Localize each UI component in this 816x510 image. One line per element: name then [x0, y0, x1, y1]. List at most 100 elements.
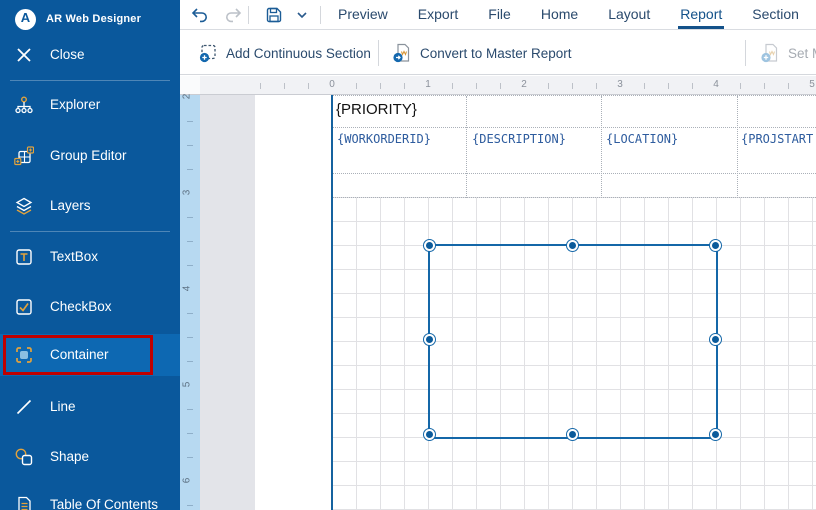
- ruler-tick: [596, 83, 597, 89]
- menu-tabs: Preview Export File Home Layout Report Section: [338, 0, 799, 30]
- resize-handle[interactable]: [426, 336, 433, 343]
- ruler-tick: [187, 145, 193, 146]
- tab-layout[interactable]: Layout: [608, 0, 650, 30]
- resize-handle[interactable]: [712, 336, 719, 343]
- sidebar: A AR Web Designer Close Explorer Group E…: [0, 0, 180, 510]
- master-report-icon: [392, 43, 412, 63]
- save-icon: [264, 5, 284, 25]
- ruler-tick: [187, 241, 193, 242]
- ruler-tick: [692, 83, 693, 89]
- resize-handle[interactable]: [712, 242, 719, 249]
- resize-handle[interactable]: [712, 431, 719, 438]
- field-projstart[interactable]: {PROJSTART: [741, 132, 816, 146]
- h-ruler-number: 5: [809, 79, 815, 90]
- resize-handle[interactable]: [569, 242, 576, 249]
- h-ruler-number: 0: [329, 79, 335, 90]
- shape-icon: [14, 447, 34, 467]
- report-toolbar: Add Continuous Section Convert to Master…: [180, 31, 816, 75]
- tab-home[interactable]: Home: [541, 0, 578, 30]
- resize-handle[interactable]: [569, 431, 576, 438]
- undo-button[interactable]: [190, 5, 210, 25]
- tab-export[interactable]: Export: [418, 0, 458, 30]
- sidebar-item-table-of-contents[interactable]: Table Of Contents: [0, 492, 180, 510]
- h-ruler-number: 1: [425, 79, 431, 90]
- selected-container-shape[interactable]: [428, 244, 718, 439]
- redo-button: [223, 5, 243, 25]
- tab-report[interactable]: Report: [680, 0, 722, 30]
- add-continuous-section-button[interactable]: Add Continuous Section: [198, 39, 371, 67]
- ruler-corner: [180, 76, 200, 95]
- sidebar-divider: [10, 80, 170, 81]
- sidebar-item-shape[interactable]: Shape: [0, 444, 180, 472]
- page-margin-line: [331, 95, 333, 510]
- ruler-tick: [548, 83, 549, 89]
- chevron-down-icon: [292, 5, 312, 25]
- tab-preview[interactable]: Preview: [338, 0, 388, 30]
- tab-file[interactable]: File: [488, 0, 511, 30]
- tab-section[interactable]: Section: [752, 0, 799, 30]
- ruler-tick: [668, 83, 669, 89]
- sidebar-item-label: Layers: [50, 198, 91, 213]
- resize-handle[interactable]: [426, 242, 433, 249]
- h-ruler-number: 4: [713, 79, 719, 90]
- app-title: AR Web Designer: [46, 13, 141, 25]
- h-ruler-number: 2: [521, 79, 527, 90]
- toolbar-button-label: Convert to Master Report: [420, 46, 572, 61]
- group-editor-icon: [14, 146, 34, 166]
- sidebar-item-label: Shape: [50, 449, 89, 464]
- app-logo-icon: A: [15, 9, 36, 30]
- toolbar-button-label: Set Master Report: [788, 46, 816, 61]
- sidebar-item-checkbox[interactable]: CheckBox: [0, 294, 180, 322]
- close-icon: [14, 45, 34, 65]
- v-ruler-number: 2: [181, 94, 192, 100]
- ruler-tick: [740, 83, 741, 89]
- sidebar-item-group-editor[interactable]: Group Editor: [0, 143, 180, 171]
- design-canvas: 012345 23456 {PRIORITY} {WORKORDERID}{DE…: [180, 0, 816, 510]
- sidebar-item-label: Table Of Contents: [50, 497, 158, 510]
- save-menu-chevron[interactable]: [292, 5, 312, 25]
- sidebar-item-close[interactable]: Close: [0, 42, 180, 70]
- ruler-tick: [452, 83, 453, 89]
- sidebar-item-layers[interactable]: Layers: [0, 193, 180, 221]
- field-priority[interactable]: {PRIORITY}: [336, 101, 417, 118]
- cell-border: [332, 197, 816, 198]
- ruler-tick: [476, 83, 477, 89]
- save-button[interactable]: [264, 5, 284, 25]
- container-annotation-box: [3, 335, 153, 375]
- ruler-tick: [764, 83, 765, 89]
- undo-icon: [190, 5, 210, 25]
- v-ruler-number: 3: [181, 190, 192, 196]
- convert-to-master-report-button[interactable]: Convert to Master Report: [392, 39, 572, 67]
- ruler-tick: [500, 83, 501, 89]
- v-ruler-number: 4: [181, 286, 192, 292]
- ruler-tick: [187, 121, 193, 122]
- textbox-icon: [14, 247, 34, 267]
- field-workorderid[interactable]: {WORKORDERID}: [337, 132, 465, 146]
- cell-border: [601, 96, 602, 198]
- toc-icon: [14, 495, 34, 510]
- ruler-tick: [187, 217, 193, 218]
- sidebar-item-line[interactable]: Line: [0, 394, 180, 422]
- cell-border: [466, 96, 467, 198]
- sidebar-item-textbox[interactable]: TextBox: [0, 244, 180, 272]
- ruler-tick: [187, 169, 193, 170]
- sidebar-item-label: CheckBox: [50, 299, 112, 314]
- ruler-tick: [308, 83, 309, 89]
- sidebar-item-explorer[interactable]: Explorer: [0, 92, 180, 120]
- ruler-tick: [187, 361, 193, 362]
- field-description[interactable]: {DESCRIPTION}: [472, 132, 600, 146]
- field-location[interactable]: {LOCATION}: [606, 132, 736, 146]
- report-header-area: {PRIORITY} {WORKORDERID} {DESCRIPTION} {LO…: [332, 95, 816, 197]
- vertical-ruler: 23456: [180, 95, 200, 510]
- explorer-icon: [14, 95, 34, 115]
- cell-border: [332, 127, 816, 128]
- sidebar-item-label: Group Editor: [50, 148, 127, 163]
- resize-handle[interactable]: [426, 431, 433, 438]
- sidebar-item-label: Explorer: [50, 97, 100, 112]
- checkbox-icon: [14, 297, 34, 317]
- v-ruler-number: 6: [181, 478, 192, 484]
- horizontal-ruler: 012345: [200, 76, 816, 95]
- menubar-separator: [320, 6, 321, 24]
- toolbar-button-label: Add Continuous Section: [226, 46, 371, 61]
- app-logo-row: A AR Web Designer: [0, 6, 180, 34]
